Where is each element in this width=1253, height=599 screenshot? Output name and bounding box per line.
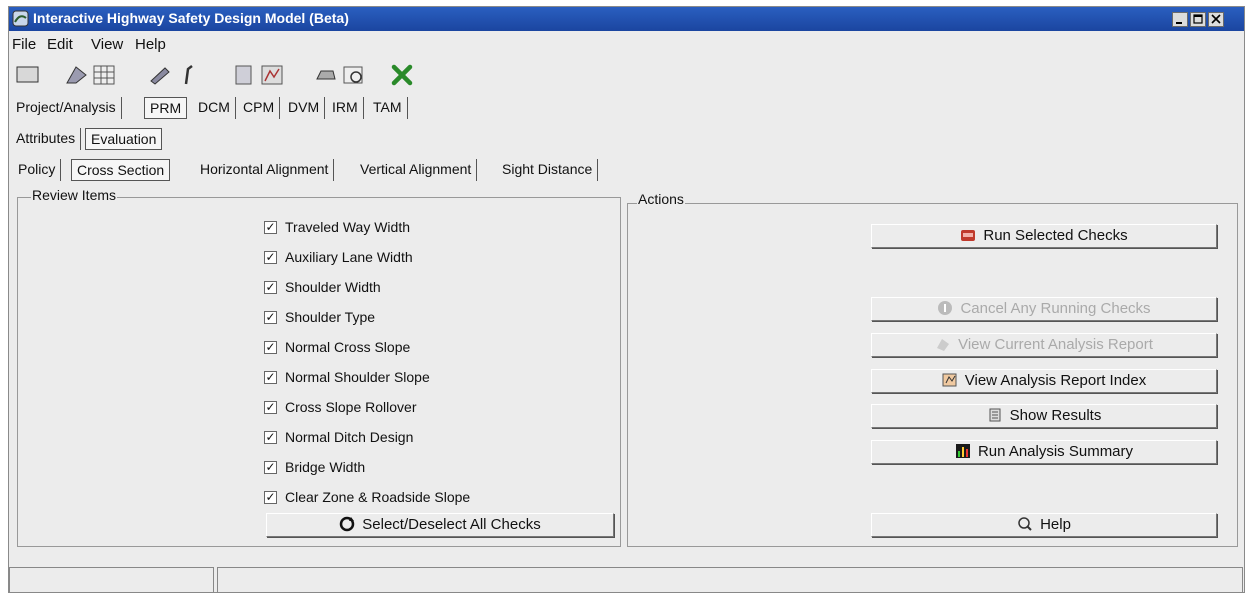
tab-dcm[interactable]: DCM xyxy=(193,97,236,119)
review-items-title: Review Items xyxy=(31,187,118,203)
open-road-icon[interactable] xyxy=(64,63,90,87)
status-bar xyxy=(9,561,1244,594)
tab-policy[interactable]: Policy xyxy=(13,159,62,181)
cancel-running-checks-label: Cancel Any Running Checks xyxy=(960,300,1151,317)
checkbox[interactable]: ✓ xyxy=(264,251,277,264)
check-label: Cross Slope Rollover xyxy=(285,399,417,415)
tab-cpm[interactable]: CPM xyxy=(238,97,281,119)
tab-horizontal-alignment[interactable]: Horizontal Alignment xyxy=(195,159,335,181)
check-label: Shoulder Width xyxy=(285,279,381,295)
checkbox[interactable]: ✓ xyxy=(264,491,277,504)
menu-bar: File Edit View Help xyxy=(9,32,1244,56)
tab-prm[interactable]: PRM xyxy=(144,97,188,119)
tab-cross-section[interactable]: Cross Section xyxy=(71,159,171,181)
toolbar xyxy=(9,59,1244,91)
menu-file[interactable]: File xyxy=(12,36,36,53)
view-analysis-report-index-label: View Analysis Report Index xyxy=(964,372,1147,389)
checkbox[interactable]: ✓ xyxy=(264,461,277,474)
select-deselect-all-label: Select/Deselect All Checks xyxy=(362,516,541,533)
app-icon xyxy=(12,10,29,27)
tab-project-analysis[interactable]: Project/Analysis xyxy=(11,97,122,119)
show-results-label: Show Results xyxy=(1009,407,1102,424)
tab-dvm[interactable]: DVM xyxy=(283,97,326,119)
checkbox[interactable]: ✓ xyxy=(264,341,277,354)
tab-vertical-alignment[interactable]: Vertical Alignment xyxy=(355,159,478,181)
maximize-button[interactable] xyxy=(1190,12,1206,27)
window-title: Interactive Highway Safety Design Model … xyxy=(33,10,349,26)
view-analysis-report-index-button[interactable]: View Analysis Report Index xyxy=(871,369,1217,393)
excel-icon[interactable] xyxy=(389,63,415,87)
tab-evaluation[interactable]: Evaluation xyxy=(85,128,163,150)
new-icon[interactable] xyxy=(15,63,41,87)
checkbox[interactable]: ✓ xyxy=(264,371,277,384)
status-field-left xyxy=(9,567,214,593)
view-current-analysis-report-button[interactable]: View Current Analysis Report xyxy=(871,333,1217,357)
results-icon xyxy=(989,408,1001,422)
check-label: Normal Cross Slope xyxy=(285,339,411,355)
module-tabs: Project/Analysis PRM DCM CPM DVM IRM TAM xyxy=(11,95,431,119)
application-window: Interactive Highway Safety Design Model … xyxy=(8,6,1245,593)
preview-icon[interactable] xyxy=(341,63,367,87)
refresh-icon xyxy=(340,516,355,532)
cancel-running-checks-button[interactable]: Cancel Any Running Checks xyxy=(871,297,1217,321)
check-label: Clear Zone & Roadside Slope xyxy=(285,489,471,505)
checkbox[interactable]: ✓ xyxy=(264,221,277,234)
check-label: Shoulder Type xyxy=(285,309,376,325)
report-index-icon xyxy=(942,373,957,387)
status-field-main xyxy=(217,567,1243,593)
menu-help[interactable]: Help xyxy=(135,36,166,53)
tab-sight-distance[interactable]: Sight Distance xyxy=(497,159,599,181)
help-icon xyxy=(1018,517,1032,531)
report-icon[interactable] xyxy=(231,63,257,87)
check-label: Traveled Way Width xyxy=(285,219,410,235)
check-label: Normal Shoulder Slope xyxy=(285,369,430,385)
menu-view[interactable]: View xyxy=(91,36,123,53)
run-selected-checks-label: Run Selected Checks xyxy=(983,227,1128,244)
section-tabs: Policy Cross Section Horizontal Alignmen… xyxy=(11,157,631,181)
select-deselect-all-button[interactable]: Select/Deselect All Checks xyxy=(266,513,614,537)
help-button[interactable]: Help xyxy=(871,513,1217,537)
check-label: Auxiliary Lane Width xyxy=(285,249,413,265)
tab-irm[interactable]: IRM xyxy=(327,97,364,119)
cancel-icon xyxy=(938,301,953,315)
tab-tam[interactable]: TAM xyxy=(368,97,408,119)
menu-edit[interactable]: Edit xyxy=(47,36,73,53)
check-label: Normal Ditch Design xyxy=(285,429,414,445)
run-selected-checks-button[interactable]: Run Selected Checks xyxy=(871,224,1217,248)
show-results-button[interactable]: Show Results xyxy=(871,404,1217,428)
run-analysis-summary-label: Run Analysis Summary xyxy=(977,443,1134,460)
run-icon xyxy=(961,230,976,241)
close-button[interactable] xyxy=(1208,12,1224,27)
view-current-analysis-report-label: View Current Analysis Report xyxy=(958,336,1153,353)
help-label: Help xyxy=(1040,516,1071,533)
report-icon xyxy=(937,339,950,351)
checkbox[interactable]: ✓ xyxy=(264,281,277,294)
run-analysis-summary-button[interactable]: Run Analysis Summary xyxy=(871,440,1217,464)
check-label: Bridge Width xyxy=(285,459,366,475)
checkbox[interactable]: ✓ xyxy=(264,431,277,444)
summary-chart-icon xyxy=(955,444,970,458)
checkbox[interactable]: ✓ xyxy=(264,401,277,414)
minimize-button[interactable] xyxy=(1172,12,1188,27)
tool-icon[interactable] xyxy=(174,63,200,87)
print-icon[interactable] xyxy=(313,63,339,87)
edit-icon[interactable] xyxy=(147,63,173,87)
table-icon[interactable] xyxy=(91,63,117,87)
tab-attributes[interactable]: Attributes xyxy=(11,128,82,150)
checkbox[interactable]: ✓ xyxy=(264,311,277,324)
sub-tabs: Attributes Evaluation xyxy=(11,126,211,150)
actions-title: Actions xyxy=(637,191,685,207)
title-bar[interactable]: Interactive Highway Safety Design Model … xyxy=(9,7,1244,31)
chart-icon[interactable] xyxy=(259,63,285,87)
